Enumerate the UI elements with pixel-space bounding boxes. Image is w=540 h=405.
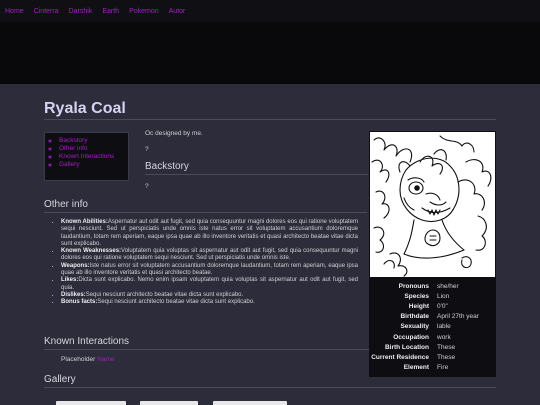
stat-key: Element [403,364,429,372]
intro-placeholder: ? [145,146,149,153]
stat-value: lable [437,323,451,331]
nav-pokemon-link[interactable]: Pokemon [129,8,159,15]
toc-link-backstory[interactable]: Backstory [59,137,88,144]
header-banner [0,22,540,84]
title-divider [44,119,496,120]
gallery-thumbnail[interactable] [213,401,287,405]
backstory-divider [145,174,368,175]
other-info-divider [44,212,367,213]
list-label: Dislikes: [61,291,86,298]
other-info-list: Known Abilities:Aspernatur aut odit aut … [52,219,358,307]
list-item-bonus-facts: Bonus facts:Sequi nesciunt architecto be… [61,299,358,306]
list-label: Known Abilities: [61,219,108,225]
gallery-thumbnail[interactable] [140,401,198,405]
stat-key: Sexuality [400,323,429,331]
toc-item-known-interactions[interactable]: Known Interactions [59,153,124,161]
list-item-known-weaknesses: Known Weaknesses:Voluptatem quia volupta… [61,248,358,263]
nav-home-link[interactable]: Home [5,8,24,15]
placeholder-text: Placeholder [61,356,96,363]
stat-row-occupation: Occupation work [369,332,496,342]
list-label: Bonus facts: [61,299,98,306]
stat-value: These [437,343,456,351]
stat-row-height: Height 0'0" [369,301,496,311]
stat-row-birthdate: Birthdate April 27th year [369,312,496,322]
stat-key: Occupation [393,333,429,341]
gallery-thumbnail[interactable] [56,401,126,405]
name-link[interactable]: Name [97,356,114,363]
list-item-known-abilities: Known Abilities:Aspernatur aut odit aut … [61,219,358,248]
nav-earth-link[interactable]: Earth [102,8,119,15]
stat-row-element: Element Fire [369,363,496,373]
stat-value: 0'0" [437,302,448,310]
list-text: Iste natus error sit voluptatem accusant… [61,262,358,277]
infobox-stats: Pronouns she/her Species Lion Height 0'0… [369,281,496,373]
stat-row-sexuality: Sexuality lable [369,322,496,332]
stat-key: Birth Location [384,343,429,351]
stat-row-species: Species Lion [369,291,496,301]
intro-text: Oc designed by me. [145,130,203,137]
nav-darshik-link[interactable]: Darshik [69,8,93,15]
top-navbar: Home Cinterra Darshik Earth Pokemon Auto… [0,0,540,22]
toc-link-known-interactions[interactable]: Known Interactions [59,153,114,160]
toc-link-other-info[interactable]: Other info [59,145,88,152]
gallery-heading: Gallery [44,374,76,385]
toc-item-backstory[interactable]: Backstory [59,137,124,145]
stat-key: Current Residence [371,353,429,361]
stat-row-current-residence: Current Residence These [369,352,496,362]
stat-key: Birthdate [400,313,429,321]
stat-value: Lion [437,292,450,300]
list-text: Sequi nesciunt architecto beatae vitae d… [85,291,244,298]
known-interactions-entry: Placeholder Name [61,356,114,363]
lion-sketch-icon [371,135,492,277]
list-text: Dicta sunt explicabo. Nemo enim ipsam vo… [61,277,358,291]
gallery-divider [44,387,496,388]
stat-key: Species [404,292,429,300]
stat-value: she/her [437,282,459,290]
list-item-likes: Likes:Dicta sunt explicabo. Nemo enim ip… [61,277,358,292]
list-text: Sequi nesciunt architecto beatae vitae d… [97,299,255,306]
stat-value: Fire [437,364,449,372]
table-of-contents: Backstory Other info Known Interactions … [44,132,129,181]
page-title: Ryala Coal [44,100,126,117]
toc-item-other-info[interactable]: Other info [59,145,124,153]
backstory-text: ? [145,183,149,190]
stat-value: These [437,353,456,361]
toc-link-gallery[interactable]: Gallery [59,161,80,168]
stat-row-pronouns: Pronouns she/her [369,281,496,291]
known-interactions-heading: Known Interactions [44,336,130,347]
character-portrait [370,132,495,277]
other-info-heading: Other info [44,199,88,210]
toc-item-gallery[interactable]: Gallery [59,161,124,169]
stat-row-birth-location: Birth Location These [369,342,496,352]
backstory-heading: Backstory [145,161,189,172]
stat-key: Height [408,302,429,310]
stat-value: April 27th year [437,313,479,321]
stat-value: work [437,333,451,341]
list-label: Weapons: [61,262,90,269]
list-item-weapons: Weapons:Iste natus error sit voluptatem … [61,263,358,278]
list-item-dislikes: Dislikes:Sequi nesciunt architecto beata… [61,292,358,299]
list-label: Known Weaknesses: [61,248,122,255]
nav-cinterra-link[interactable]: Cinterra [34,8,59,15]
list-label: Likes: [61,277,79,284]
nav-autor-link[interactable]: Autor [169,8,186,15]
stat-key: Pronouns [398,282,429,290]
